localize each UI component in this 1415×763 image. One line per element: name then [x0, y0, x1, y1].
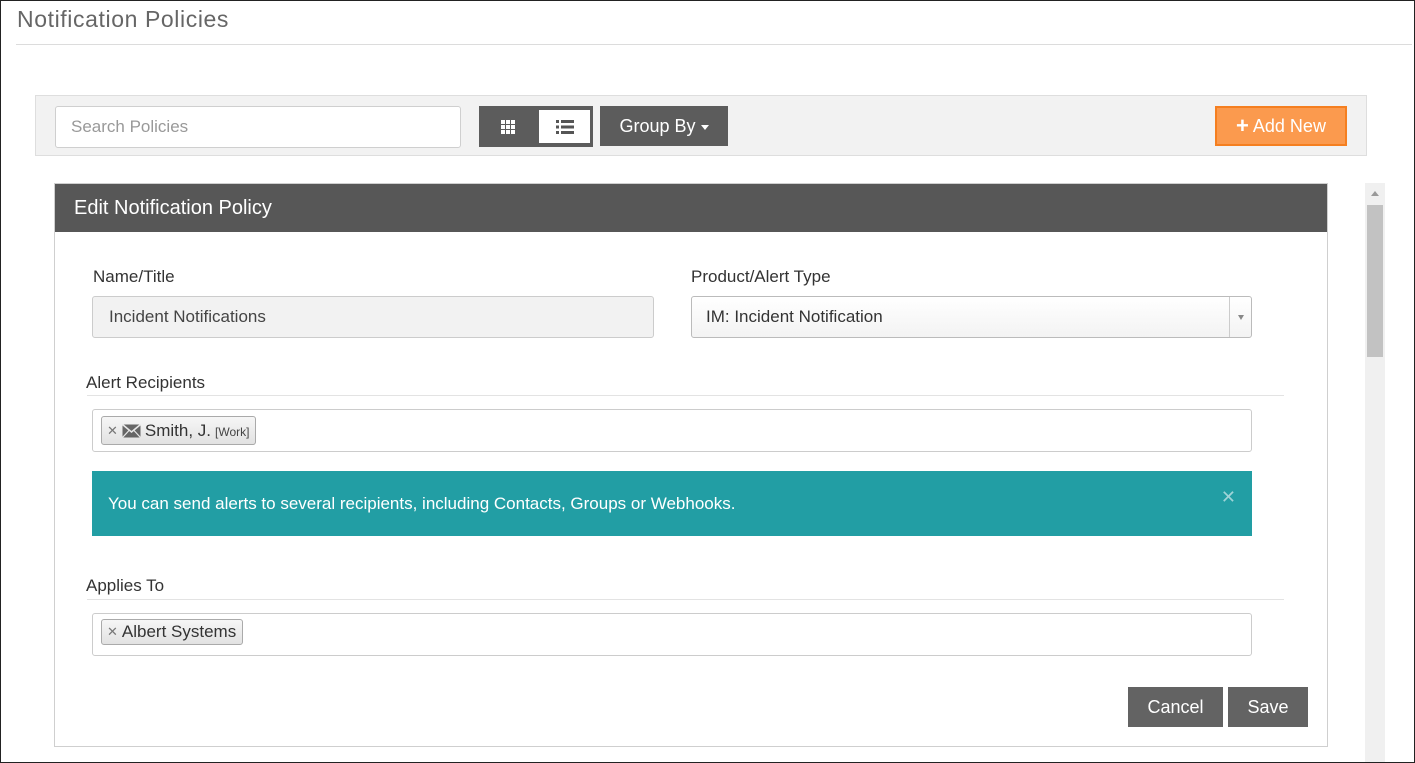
vertical-scrollbar[interactable] [1365, 183, 1385, 763]
grid-view-button[interactable] [480, 107, 536, 146]
panel-header: Edit Notification Policy [55, 184, 1327, 232]
edit-policy-panel: Edit Notification Policy Name/Title Inci… [54, 183, 1328, 747]
recipients-divider [87, 395, 1284, 396]
remove-icon[interactable]: ✕ [107, 423, 118, 439]
title-divider [16, 44, 1412, 45]
product-alert-type-select[interactable]: IM: Incident Notification [691, 296, 1252, 338]
product-alert-type-label: Product/Alert Type [691, 267, 831, 286]
add-new-label: Add New [1252, 115, 1326, 136]
remove-icon[interactable]: ✕ [107, 624, 118, 640]
applies-to-label: Applies To [86, 576, 165, 595]
chevron-up-icon [1371, 190, 1379, 196]
save-button[interactable]: Save [1228, 687, 1308, 727]
plus-icon: + [1236, 113, 1249, 138]
caret-down-icon [700, 124, 709, 130]
name-title-value: Incident Notifications [109, 307, 266, 326]
recipient-qualifier: [Work] [215, 425, 250, 439]
grid-icon [501, 119, 515, 134]
product-alert-type-value: IM: Incident Notification [706, 307, 883, 326]
chevron-down-icon [1237, 314, 1244, 320]
recipient-tag: ✕ Smith, J. [Work] [101, 416, 257, 445]
list-view-button[interactable] [539, 110, 590, 143]
scroll-up-button[interactable] [1365, 183, 1385, 203]
save-label: Save [1247, 696, 1289, 717]
info-message: You can send alerts to several recipient… [108, 493, 736, 513]
cancel-button[interactable]: Cancel [1128, 687, 1223, 727]
applies-to-name: Albert Systems [121, 622, 237, 641]
list-icon [555, 119, 574, 134]
group-by-label: Group By [619, 115, 696, 136]
close-icon[interactable]: ✕ [1221, 487, 1236, 508]
select-arrow-button[interactable] [1229, 297, 1251, 337]
recipient-name: Smith, J. [144, 420, 212, 440]
applies-to-divider [87, 599, 1284, 600]
info-banner: You can send alerts to several recipient… [92, 471, 1252, 536]
name-title-label: Name/Title [93, 267, 175, 286]
applies-to-input[interactable]: ✕ Albert Systems [92, 613, 1252, 656]
page-title: Notification Policies [17, 6, 230, 32]
cancel-label: Cancel [1147, 696, 1204, 717]
view-toggle [479, 106, 593, 147]
toolbar: Group By + Add New [35, 95, 1367, 156]
alert-recipients-label: Alert Recipients [86, 373, 206, 392]
scrollbar-thumb[interactable] [1367, 205, 1383, 357]
alert-recipients-input[interactable]: ✕ Smith, J. [Work] [92, 409, 1252, 452]
search-input[interactable] [55, 106, 461, 148]
applies-to-tag: ✕ Albert Systems [101, 619, 244, 645]
envelope-icon [121, 423, 141, 438]
group-by-button[interactable]: Group By [600, 106, 728, 146]
add-new-button[interactable]: + Add New [1215, 106, 1347, 146]
name-title-field[interactable]: Incident Notifications [92, 296, 654, 338]
